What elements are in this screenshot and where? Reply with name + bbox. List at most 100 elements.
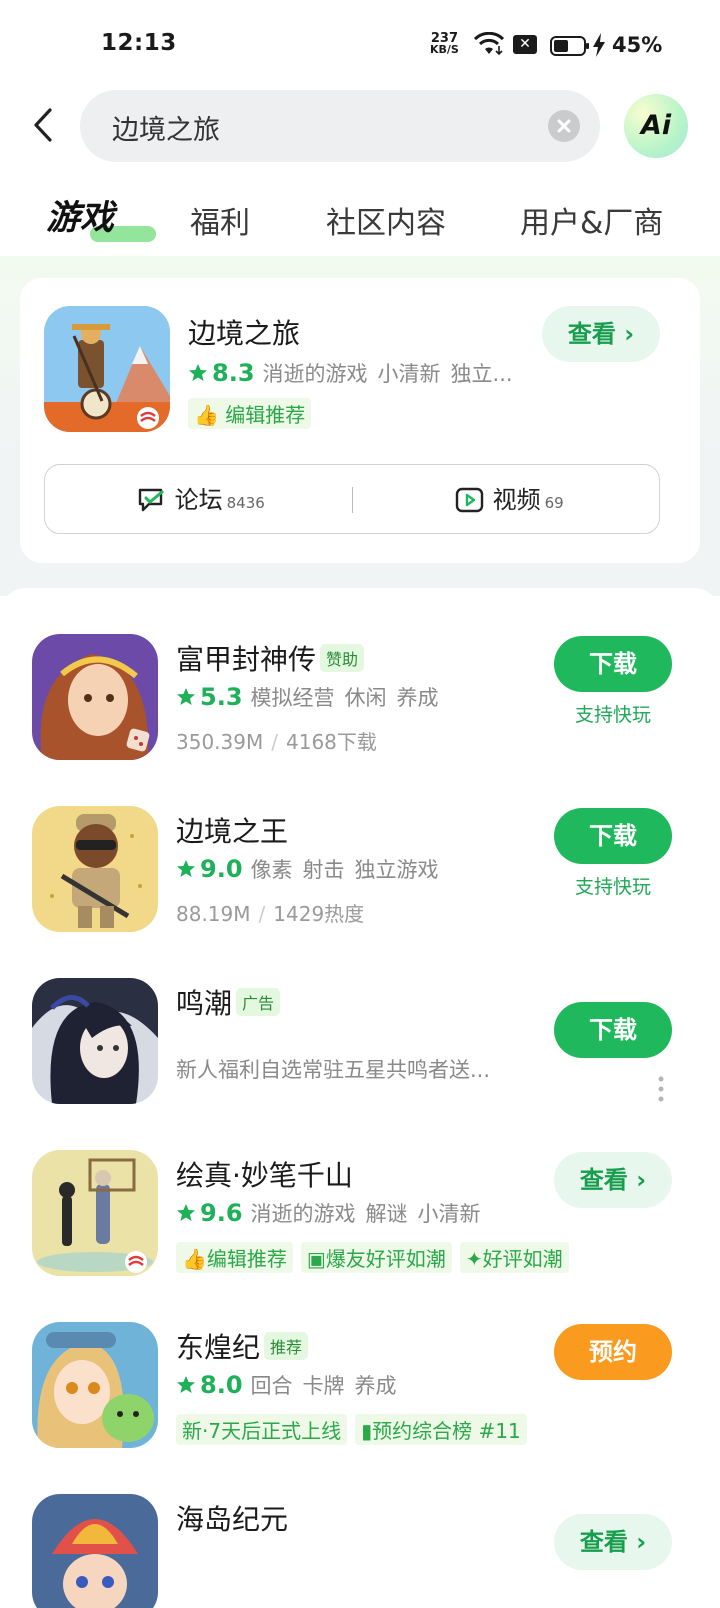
app-title[interactable]: 富甲封神传 赞助: [176, 638, 365, 678]
reserve-button[interactable]: 预约: [554, 1324, 672, 1380]
download-button[interactable]: 下载: [554, 1002, 672, 1058]
tag: 模拟经营: [250, 686, 335, 710]
wifi-icon: [474, 32, 504, 56]
view-button-label: 查看: [567, 320, 616, 348]
praise-badge: ✦好评如潮: [459, 1242, 569, 1273]
editor-pick-badge: 👍编辑推荐: [176, 1242, 293, 1273]
tag: 养成: [354, 1374, 397, 1398]
status-bar: 12:13 237 KB/S ✕ 45%: [0, 0, 720, 90]
reservation-rank-badge: ▮预约综合榜 #11: [355, 1414, 527, 1445]
sponsor-badge: 赞助: [320, 644, 365, 672]
thumbs-up-icon: 👍: [182, 1247, 207, 1271]
badge-label: 预约综合榜 #11: [372, 1419, 521, 1443]
forum-count: 8436: [226, 494, 265, 512]
badge-label: 编辑推荐: [206, 1247, 287, 1271]
app-size: 88.19M: [176, 902, 251, 926]
list-item[interactable]: 绘真·妙笔千山 9.6 消逝的游戏 解谜 小清新 👍编辑推荐 ▣爆友好评如潮 ✦好评如潮 …: [0, 1150, 720, 1310]
rating-value: 8.0: [200, 1371, 243, 1399]
thumbs-up-icon: 👍: [194, 403, 219, 427]
app-badges: 👍编辑推荐 ▣爆友好评如潮 ✦好评如潮: [176, 1242, 577, 1273]
app-title[interactable]: 绘真·妙笔千山: [176, 1154, 353, 1194]
video-count: 69: [544, 494, 564, 512]
rating-value: 9.0: [200, 855, 243, 883]
list-item[interactable]: 鸣潮 广告 新人福利自选常驻五星共鸣者送... 下载: [0, 978, 720, 1138]
list-item[interactable]: 东煌纪 推荐 8.0 回合 卡牌 养成 新·7天后正式上线 ▮预约综合榜 #11 预约: [0, 1322, 720, 1482]
star-icon: [177, 1204, 195, 1221]
list-item[interactable]: 海岛纪元 查看 ›: [0, 1494, 720, 1608]
game-artwork-icon: [32, 1322, 158, 1448]
download-button[interactable]: 下载: [554, 636, 672, 692]
forum-link[interactable]: 论坛 8436: [137, 465, 265, 535]
app-title[interactable]: 边境之王: [176, 810, 288, 850]
view-button-label: 查看: [579, 1528, 628, 1556]
no-sim-icon: ✕: [513, 35, 537, 54]
tag: 小清新: [417, 1202, 481, 1226]
app-icon[interactable]: [32, 806, 158, 932]
clear-search-icon[interactable]: [548, 110, 580, 142]
divider: [352, 487, 353, 513]
app-title[interactable]: 东煌纪 推荐: [176, 1326, 309, 1366]
featured-game-title[interactable]: 边境之旅: [188, 312, 300, 352]
list-item[interactable]: 边境之王 9.0 像素 射击 独立游戏 88.19M / 1429热度 下载 支持快玩: [0, 806, 720, 966]
app-meta: 350.39M / 4168下载: [176, 726, 377, 755]
launch-countdown-badge: 新·7天后正式上线: [176, 1414, 348, 1445]
app-icon[interactable]: [32, 1150, 158, 1276]
app-icon[interactable]: [32, 1322, 158, 1448]
video-label: 视频: [492, 486, 541, 514]
featured-game-icon[interactable]: [44, 306, 170, 432]
search-results-page: 12:13 237 KB/S ✕ 45% 边境之旅 Ai 游戏 福利 社区内容 …: [0, 0, 720, 1608]
list-item[interactable]: 富甲封神传 赞助 5.3 模拟经营 休闲 养成 350.39M / 4168下载 下载 支持…: [0, 634, 720, 794]
view-button[interactable]: 查看 ›: [554, 1152, 672, 1208]
app-icon[interactable]: [32, 978, 158, 1104]
game-artwork-icon: [32, 806, 158, 932]
app-title[interactable]: 鸣潮 广告: [176, 982, 281, 1022]
tag: 养成: [396, 686, 439, 710]
tag: 卡牌: [302, 1374, 345, 1398]
tag: 像素: [250, 858, 293, 882]
editor-pick-label: 编辑推荐: [225, 403, 306, 427]
separator: /: [271, 730, 278, 754]
charging-bolt-icon: [593, 33, 605, 57]
app-title-text: 富甲封神传: [176, 643, 317, 676]
app-icon[interactable]: [32, 1494, 158, 1608]
star-icon: [177, 860, 195, 877]
quick-play-link[interactable]: 支持快玩: [554, 700, 672, 727]
friends-praise-badge: ▣爆友好评如潮: [300, 1242, 452, 1273]
separator: /: [258, 902, 266, 926]
tab-users-vendors[interactable]: 用户&厂商: [520, 198, 663, 242]
app-icon[interactable]: [32, 634, 158, 760]
tag: 解谜: [365, 1202, 408, 1226]
view-button[interactable]: 查看 ›: [554, 1514, 672, 1570]
quick-play-link[interactable]: 支持快玩: [554, 872, 672, 899]
tag: 独立游戏: [354, 858, 439, 882]
star-icon: [177, 688, 195, 705]
view-button-label: 查看: [579, 1166, 628, 1194]
tab-community[interactable]: 社区内容: [326, 198, 446, 242]
video-link[interactable]: 视频 69: [455, 465, 564, 535]
search-input[interactable]: 边境之旅: [80, 90, 600, 162]
app-badges: 新·7天后正式上线 ▮预约综合榜 #11: [176, 1414, 535, 1445]
game-artwork-icon: [32, 1494, 158, 1608]
star-icon: [177, 1376, 195, 1393]
featured-game-card[interactable]: 边境之旅 8.3 消逝的游戏 小清新 独立... 👍 编辑推荐 查看 › 论坛 8436: [20, 278, 700, 563]
more-options-icon[interactable]: [658, 1076, 664, 1102]
app-title-text: 鸣潮: [176, 987, 233, 1020]
ai-assistant-button[interactable]: Ai: [624, 94, 688, 158]
tab-games[interactable]: 游戏: [46, 190, 156, 242]
tag: 独立...: [450, 362, 513, 386]
tab-welfare[interactable]: 福利: [190, 198, 250, 242]
app-heat: 1429热度: [273, 902, 365, 926]
forum-icon: [138, 488, 164, 512]
tab-games-label: 游戏: [46, 198, 114, 238]
app-meta: 88.19M / 1429热度: [176, 898, 364, 927]
net-speed: 237 KB/S: [430, 32, 459, 55]
app-description: 新人福利自选常驻五星共鸣者送...: [176, 1058, 491, 1082]
back-arrow-icon[interactable]: [30, 106, 58, 144]
tag: 射击: [302, 858, 345, 882]
view-button[interactable]: 查看 ›: [542, 306, 660, 362]
rating-value: 9.6: [200, 1199, 243, 1227]
app-title[interactable]: 海岛纪元: [176, 1498, 288, 1538]
star-icon: [189, 364, 207, 381]
app-title-text: 东煌纪: [176, 1331, 261, 1364]
download-button[interactable]: 下载: [554, 808, 672, 864]
